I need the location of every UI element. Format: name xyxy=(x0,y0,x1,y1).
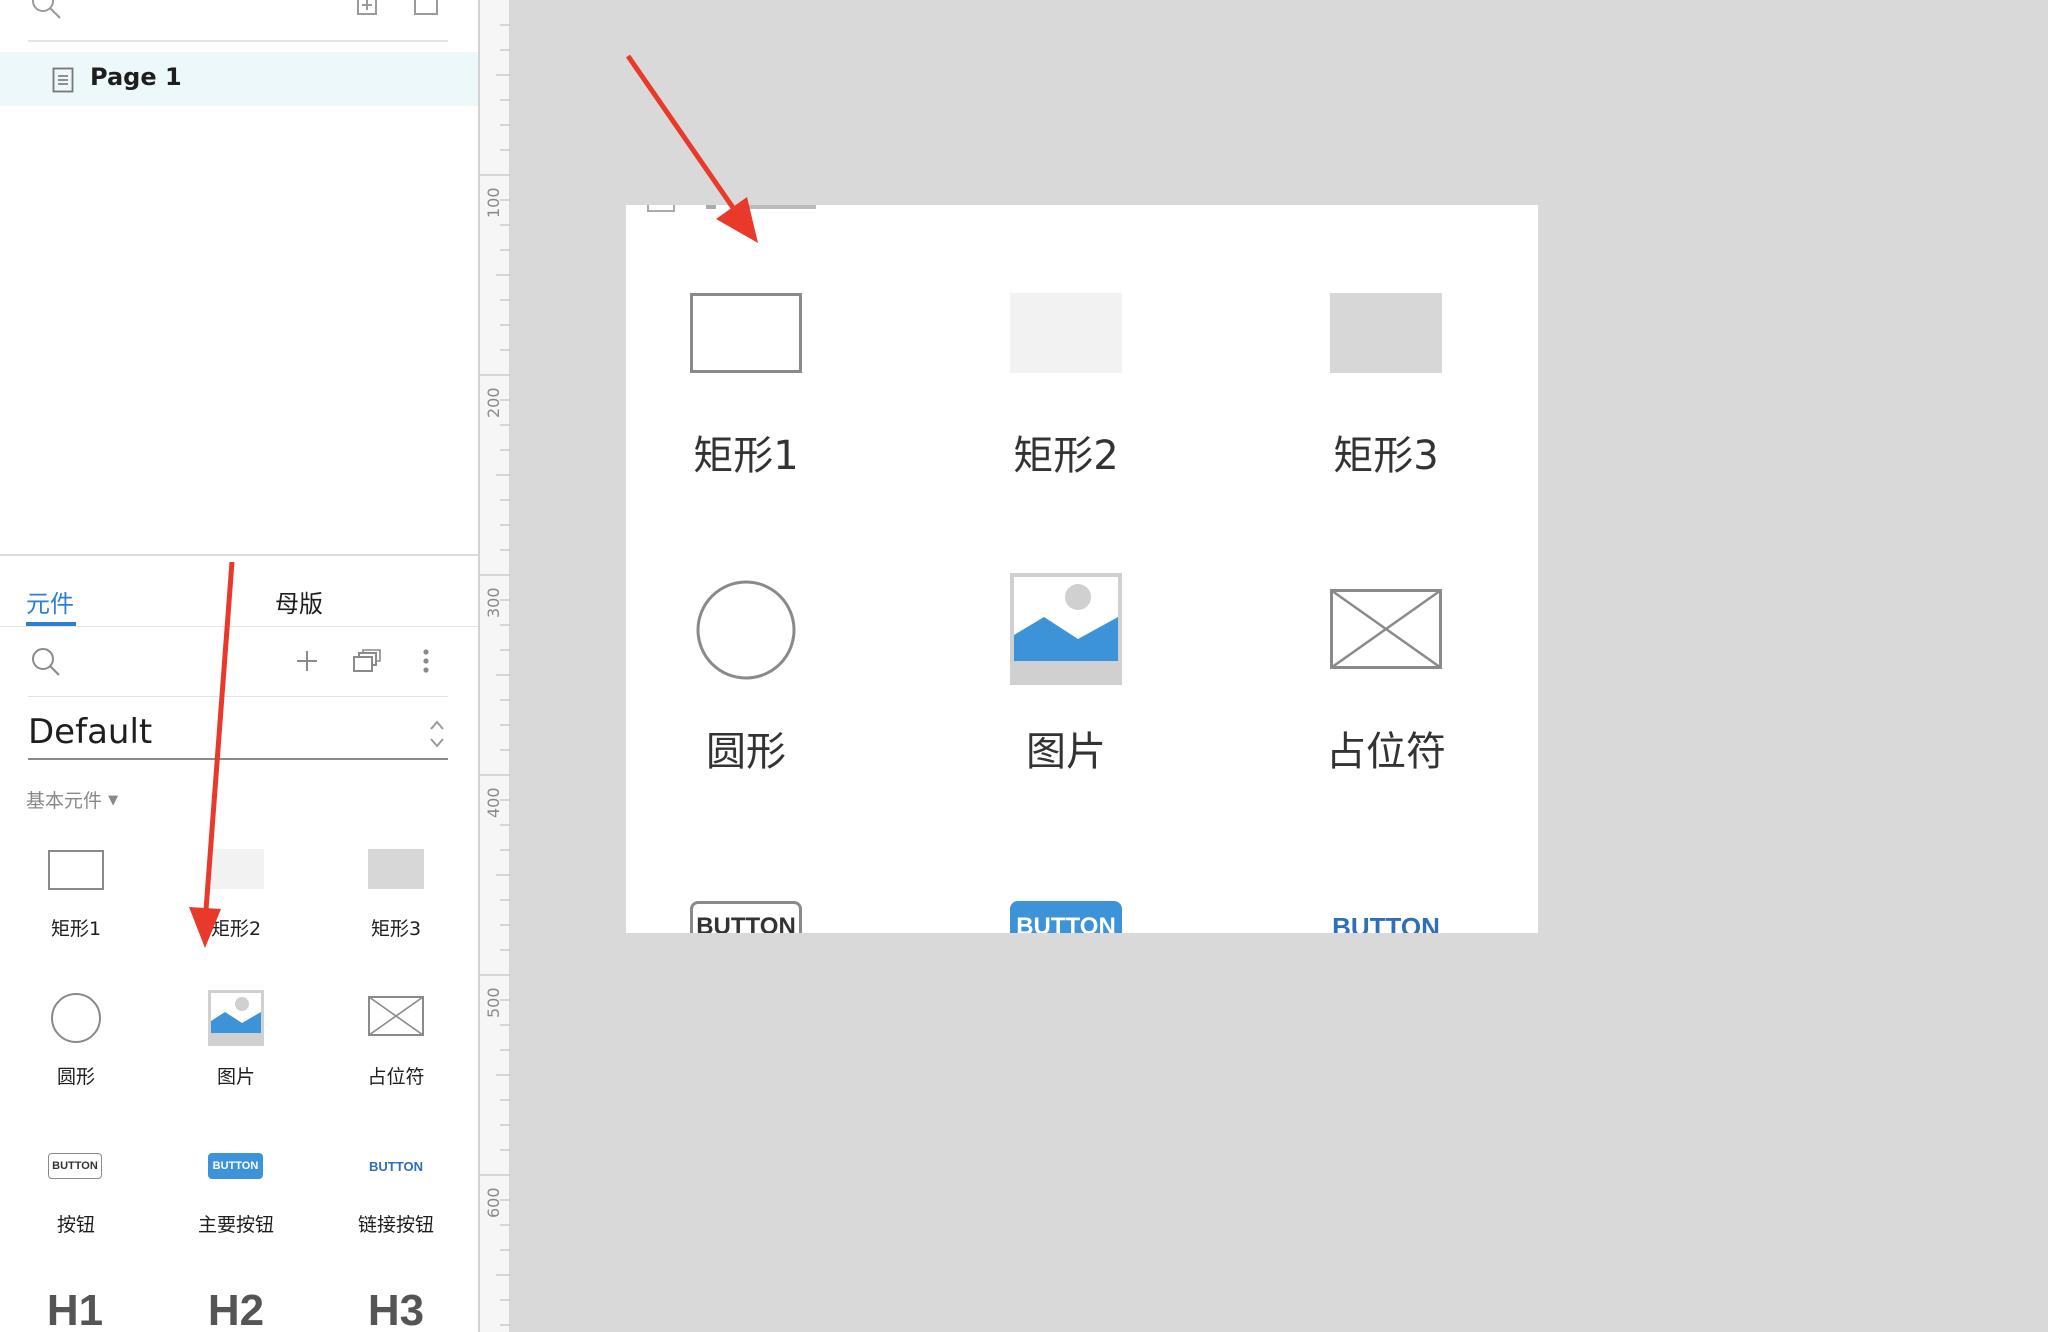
arrow-annotation xyxy=(189,561,235,948)
arrow-annotation xyxy=(625,54,758,243)
annotation-arrows xyxy=(189,54,758,948)
